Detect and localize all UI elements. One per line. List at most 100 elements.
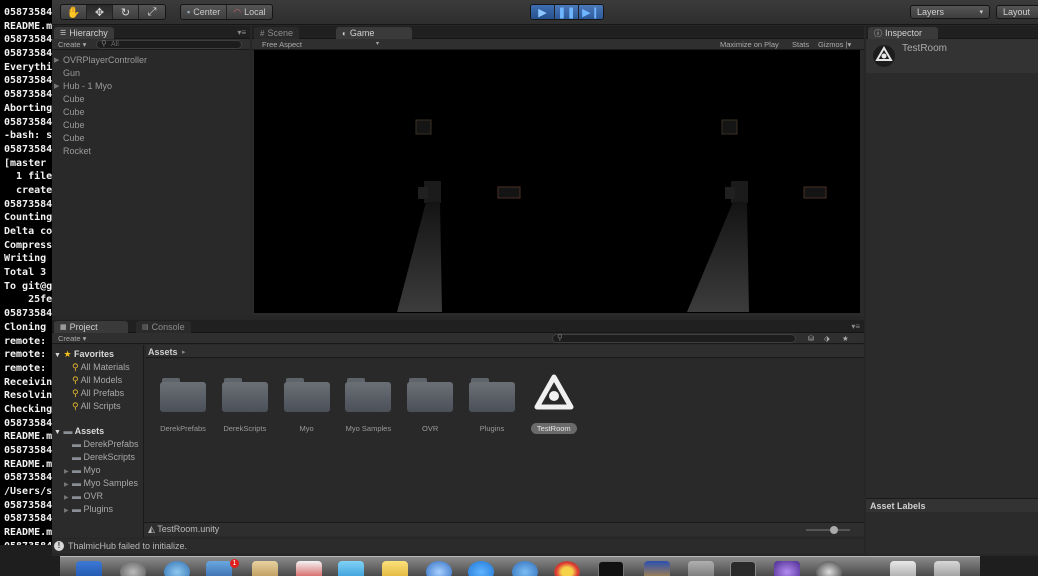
pause-button[interactable]: ❚❚ (555, 5, 579, 19)
console-app-icon[interactable] (730, 561, 756, 576)
hand-tool-button[interactable]: ✋ (61, 5, 87, 19)
zoom-slider[interactable] (806, 526, 850, 534)
favorite-item[interactable]: ⚲ All Scripts (72, 400, 121, 413)
asset-folder[interactable]: Plugins (461, 376, 523, 433)
downloads-stack-icon[interactable] (890, 561, 916, 576)
gizmos-dropdown[interactable]: Gizmos |▾ (818, 40, 851, 49)
asset-folder[interactable]: OVR (399, 376, 461, 433)
unity-dock-icon[interactable] (816, 561, 842, 576)
notes-icon[interactable] (382, 561, 408, 576)
list-icon: ☰ (60, 30, 67, 37)
expand-arrow-icon[interactable]: ▶ (54, 54, 59, 67)
terminal-window[interactable]: 05873584 README.m 05873584 05873584 Everythi… (0, 0, 52, 545)
pivot-local-button[interactable]: ◠ Local (227, 5, 271, 19)
asset-scene[interactable]: TestRoom (523, 372, 585, 434)
messages-icon[interactable] (468, 561, 494, 576)
aspect-dropdown[interactable]: Free Aspect (262, 40, 302, 49)
hierarchy-create-button[interactable]: Create ▾ (58, 40, 86, 49)
maximize-on-play-toggle[interactable]: Maximize on Play (720, 40, 779, 49)
project-search-input[interactable] (552, 334, 796, 343)
finder-icon[interactable] (76, 561, 102, 576)
app-store-icon[interactable] (426, 561, 452, 576)
terminal-line: Cloning (4, 321, 52, 333)
tab-game[interactable]: ◐ Game (336, 27, 412, 39)
safari-icon[interactable] (164, 561, 190, 576)
panel-menu-icon[interactable]: ▾≡ (237, 28, 246, 37)
hierarchy-item[interactable]: Gun (52, 67, 80, 80)
calendar-icon[interactable] (296, 561, 322, 576)
asset-folder[interactable]: Myo (276, 376, 338, 433)
asset-label: Myo (299, 424, 314, 433)
tab-console[interactable]: ▤ Console (136, 321, 191, 333)
hierarchy-item[interactable]: ▶ OVRPlayerController (52, 54, 147, 67)
asset-folder[interactable]: DerekPrefabs (152, 376, 214, 433)
scale-tool-button[interactable]: ⤢ (139, 5, 165, 19)
filter-type-icon[interactable]: ⛁ (808, 334, 814, 343)
contacts-icon[interactable] (252, 561, 278, 576)
game-icon: ◐ (342, 28, 347, 38)
project-create-button[interactable]: Create ▾ (58, 334, 86, 343)
asset-tree-item[interactable]: ▬ DerekScripts (64, 451, 135, 464)
tab-scene[interactable]: # Scene (254, 27, 299, 39)
unity-scene-icon (873, 45, 895, 67)
hierarchy-item-label: Gun (63, 68, 81, 78)
hierarchy-panel: ☰Hierarchy ▾≡ Create ▾ All ▶ OVRPlayerCon… (52, 26, 250, 316)
favorites-header[interactable]: ▼ ★ Favorites (54, 348, 114, 361)
terminal-line: 05873584 (4, 472, 52, 484)
stats-toggle[interactable]: Stats (792, 40, 809, 49)
trash-icon[interactable] (934, 561, 960, 576)
preview-icon[interactable] (338, 561, 364, 576)
hierarchy-item[interactable]: ▶ Hub - 1 Myo (52, 80, 112, 93)
hierarchy-item[interactable]: Cube (52, 132, 85, 145)
mail-icon[interactable] (206, 561, 232, 576)
hierarchy-item[interactable]: Cube (52, 93, 85, 106)
xcode-icon[interactable] (512, 561, 538, 576)
asset-labels-header[interactable]: Asset Labels (866, 498, 1038, 512)
asset-tree-item[interactable]: ▶ ▬ OVR (64, 490, 103, 503)
asset-tree-item[interactable]: ▶ ▬ Myo (64, 464, 101, 477)
imovie-icon[interactable] (774, 561, 800, 576)
breadcrumb-assets[interactable]: Assets (148, 347, 178, 357)
play-button[interactable]: ▶ (531, 5, 555, 19)
hierarchy-search-input[interactable]: All (96, 40, 242, 49)
project-panel-menu-icon[interactable]: ▾≡ (851, 322, 860, 331)
terminal-line: remote: (4, 349, 52, 361)
pivot-center-button[interactable]: ▪ Center (181, 5, 228, 19)
asset-folder[interactable]: DerekScripts (214, 376, 276, 433)
itunes-icon[interactable] (644, 561, 670, 576)
rotate-tool-button[interactable]: ↻ (113, 5, 139, 19)
asset-tree-item[interactable]: ▶ ▬ Myo Samples (64, 477, 138, 490)
inspector-object-name: TestRoom (902, 43, 948, 54)
asset-label: OVR (422, 424, 439, 433)
step-button[interactable]: ▶❙ (579, 5, 603, 19)
favorite-item[interactable]: ⚲ All Models (72, 374, 122, 387)
hierarchy-item[interactable]: Cube (52, 106, 85, 119)
tab-inspector[interactable]: ⓘ Inspector (868, 27, 938, 39)
launchpad-icon[interactable] (120, 561, 146, 576)
asset-tree-item[interactable]: ▬ DerekPrefabs (64, 438, 139, 451)
expand-arrow-icon[interactable]: ▶ (64, 505, 72, 518)
asset-tree-item[interactable]: ▶ ▬ Plugins (64, 503, 113, 516)
system-preferences-icon[interactable] (688, 561, 714, 576)
hierarchy-item[interactable]: Rocket (52, 145, 91, 158)
favorite-item[interactable]: ⚲ All Prefabs (72, 387, 124, 400)
tab-hierarchy[interactable]: ☰ Hierarchy (54, 27, 114, 39)
favorite-item[interactable]: ⚲ All Materials (72, 361, 130, 374)
game-viewport[interactable] (254, 50, 860, 313)
layers-dropdown[interactable]: Layers ▾ (910, 5, 990, 19)
scale-icon: ⤢ (147, 5, 157, 18)
project-tree: ▼ ★ Favorites ⚲ All Materials ⚲ All Model… (52, 345, 144, 538)
layout-dropdown[interactable]: Layout (996, 5, 1038, 19)
expand-arrow-icon[interactable]: ▶ (54, 80, 59, 93)
hierarchy-item[interactable]: Cube (52, 119, 85, 132)
filter-label-icon[interactable]: ⬗ (824, 334, 830, 343)
chrome-icon[interactable] (554, 561, 580, 576)
assets-header[interactable]: ▼ ▬ Assets (54, 425, 104, 438)
zoom-slider-thumb[interactable] (830, 526, 838, 534)
move-tool-button[interactable]: ✥ (87, 5, 113, 19)
status-bar[interactable]: ! ThalmicHub failed to initialize. (52, 539, 864, 553)
asset-folder[interactable]: Myo Samples (337, 376, 399, 433)
tab-project[interactable]: ▦ Project (54, 321, 128, 333)
terminal-icon[interactable] (598, 561, 624, 576)
favorite-star-icon[interactable]: ★ (842, 334, 849, 343)
